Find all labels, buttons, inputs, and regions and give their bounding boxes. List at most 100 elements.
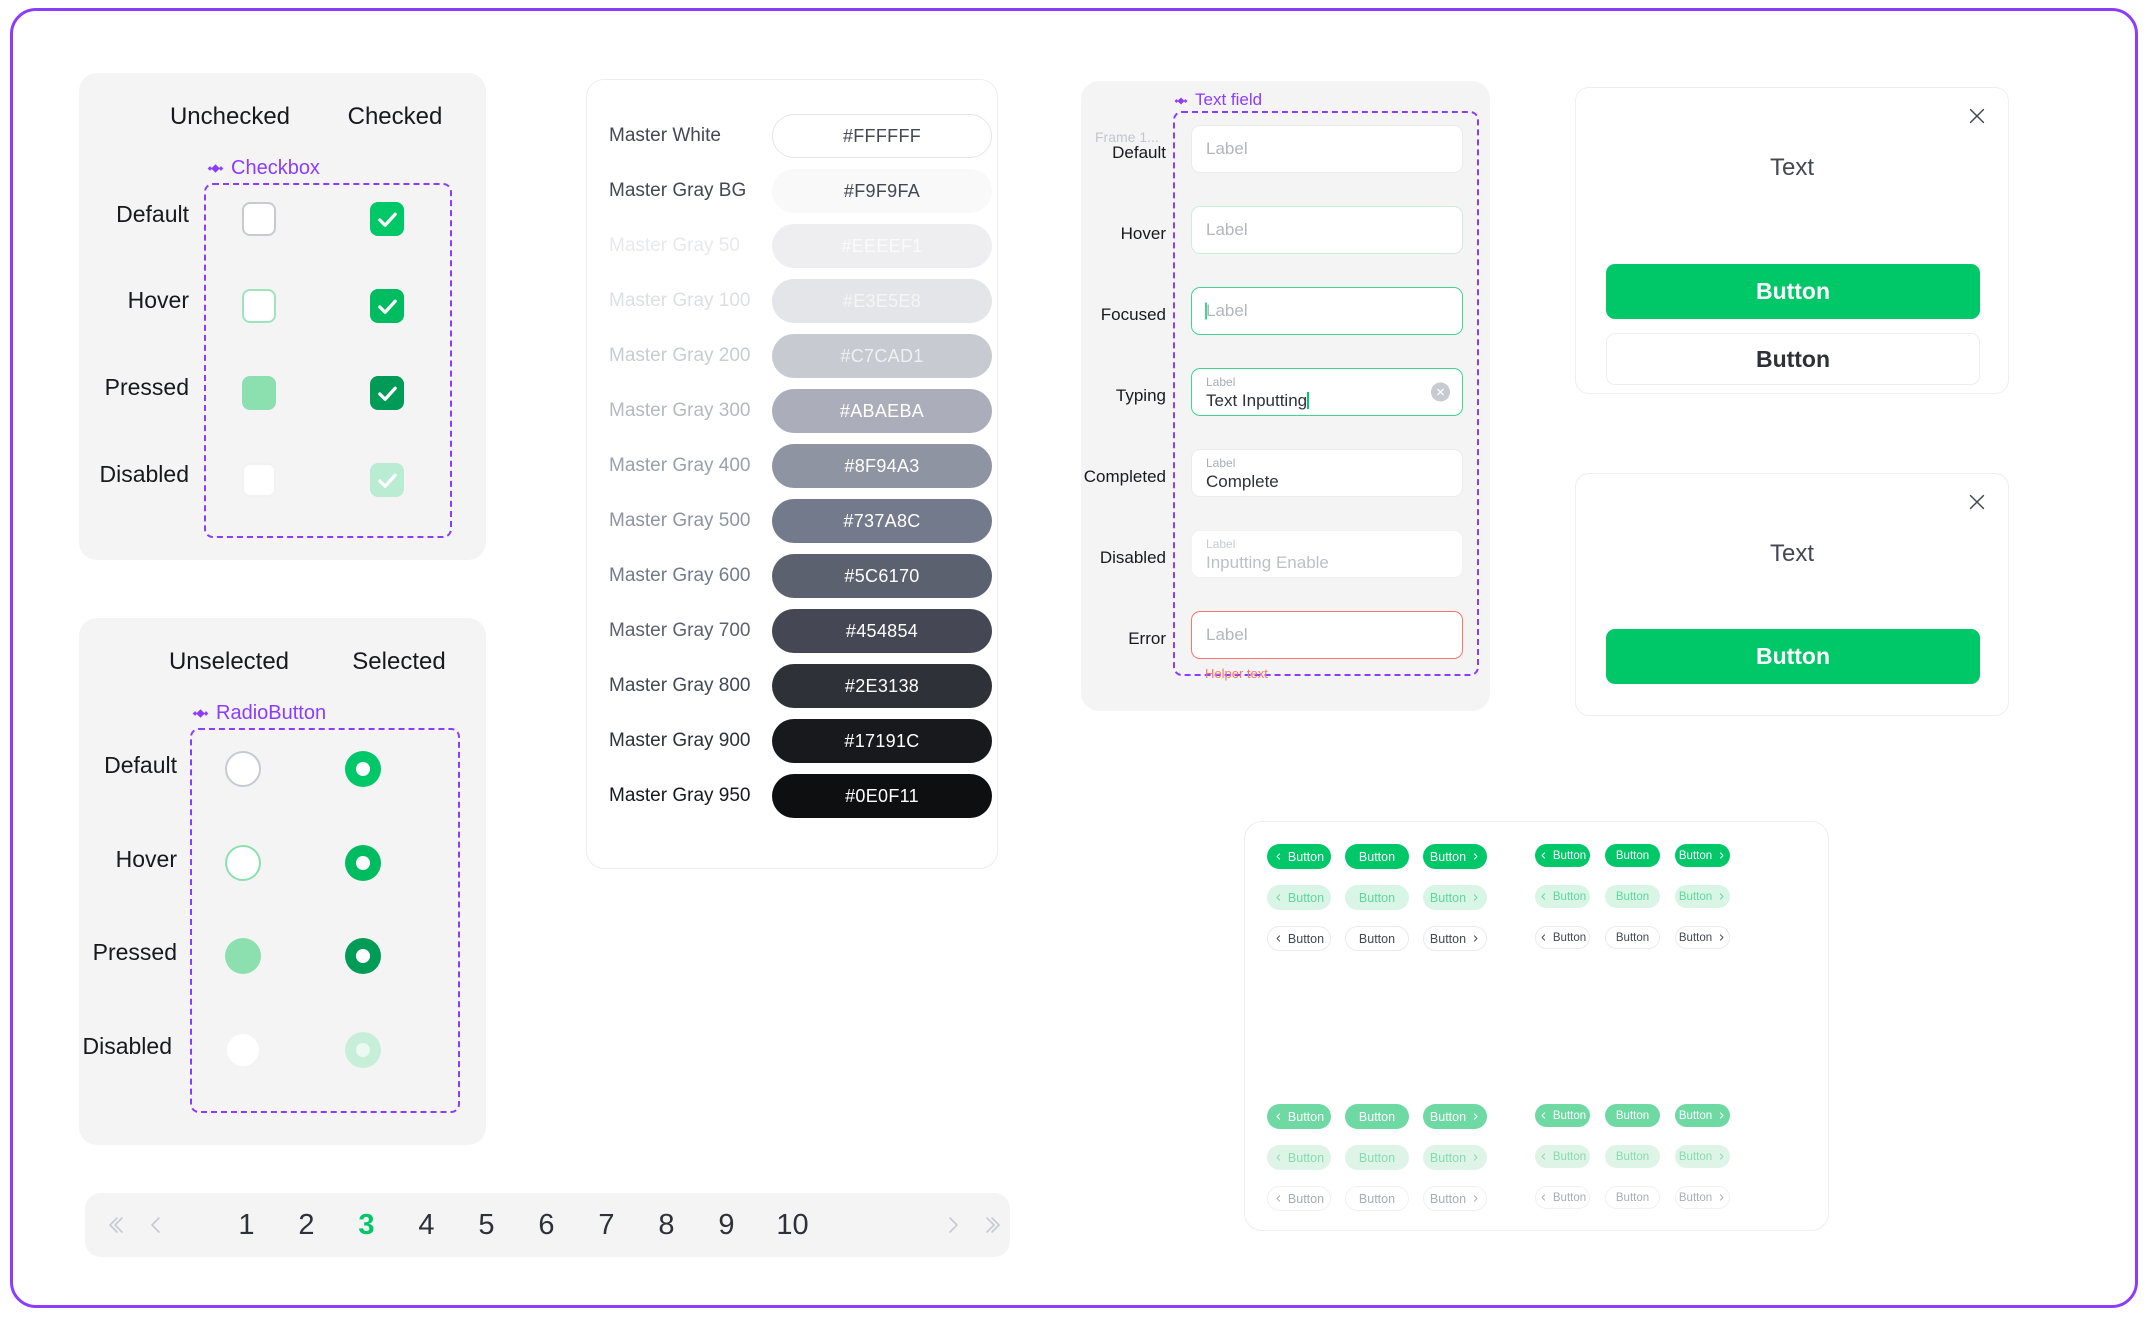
grid-button[interactable]: Button [1605,885,1660,908]
color-swatch-chip[interactable]: #454854 [772,609,992,653]
checkbox-checked-pressed[interactable] [335,371,439,415]
radio-unselected-pressed[interactable] [191,933,295,979]
chevron-left-icon [1274,1153,1283,1162]
color-swatch-chip[interactable]: #5C6170 [772,554,992,598]
grid-button[interactable]: Button [1345,926,1409,951]
grid-button-label: Button [1615,1150,1650,1163]
pagination-page-10[interactable]: 10 [757,1209,829,1242]
textfield-value: Complete [1206,472,1279,491]
grid-button: Button [1423,1186,1487,1211]
grid-button[interactable]: Button [1267,844,1331,869]
pagination-page-6[interactable]: 6 [517,1209,577,1242]
color-swatch-row: Master Gray 900 #17191C [587,711,997,771]
textfield-disabled: Label Inputting Enable [1191,530,1463,578]
color-swatch-chip[interactable]: #FFFFFF [772,114,992,158]
grid-button: Button [1423,1145,1487,1170]
grid-button[interactable]: Button [1267,885,1331,910]
grid-button: Button [1267,1145,1331,1170]
chevron-right-icon [1471,1194,1480,1203]
checkbox-unchecked-default[interactable] [207,197,311,241]
grid-button[interactable]: Button [1675,885,1730,908]
pagination-page-5[interactable]: 5 [457,1209,517,1242]
checkbox-checked-disabled [335,458,439,502]
color-swatch-chip[interactable]: #ABAEBA [772,389,992,433]
radio-selected-pressed[interactable] [311,933,415,979]
radio-unselected-hover[interactable] [191,840,295,886]
grid-button-label: Button [1678,1191,1713,1204]
pagination-page-9[interactable]: 9 [697,1209,757,1242]
grid-button-label: Button [1358,890,1396,905]
pagination-first-button[interactable] [99,1213,137,1237]
textfield-hover[interactable]: Label [1191,206,1463,254]
textfield-default[interactable]: Label [1191,125,1463,173]
grid-button[interactable]: Button [1535,844,1590,867]
textfield-typing[interactable]: Label Text Inputting [1191,368,1463,416]
grid-button[interactable]: Button [1345,844,1409,869]
grid-button[interactable]: Button [1605,926,1660,949]
pagination-page-3[interactable]: 3 [337,1209,397,1242]
checkbox-checked-icon [370,289,404,323]
grid-button[interactable]: Button [1605,844,1660,867]
textfield-helper-text: Helper text [1205,666,1268,681]
pagination-next-button[interactable] [935,1213,973,1237]
radio-selected-hover[interactable] [311,840,415,886]
close-icon[interactable] [1966,105,1988,127]
modal-primary-button[interactable]: Button [1606,629,1980,684]
color-swatch-chip[interactable]: #737A8C [772,499,992,543]
grid-button[interactable]: Button [1535,926,1590,949]
color-swatch-chip[interactable]: #C7CAD1 [772,334,992,378]
textfield-error[interactable]: Label [1191,611,1463,659]
color-swatch-chip[interactable]: #F9F9FA [772,169,992,213]
color-swatch-name: Master Gray 500 [609,510,751,531]
grid-button: Button [1345,1104,1409,1129]
color-swatch-row: Master Gray 400 #8F94A3 [587,436,997,496]
grid-button-label: Button [1429,849,1467,864]
clear-input-icon[interactable] [1431,382,1450,402]
grid-button[interactable]: Button [1345,885,1409,910]
figma-component-icon [192,705,209,722]
color-swatch-chip[interactable]: #8F94A3 [772,444,992,488]
grid-button[interactable]: Button [1675,844,1730,867]
modal-secondary-button[interactable]: Button [1606,333,1980,385]
color-swatch-chip[interactable]: #0E0F11 [772,774,992,818]
pagination-page-7[interactable]: 7 [577,1209,637,1242]
radio-selected-default[interactable] [311,746,415,792]
textfield-focused[interactable]: Label [1191,287,1463,335]
color-swatch-chip[interactable]: #17191C [772,719,992,763]
close-icon[interactable] [1966,491,1988,513]
textfield-state-label-completed: Completed [1083,467,1166,486]
chevron-right-icon [1717,851,1726,860]
grid-button-label: Button [1429,890,1467,905]
grid-button[interactable]: Button [1535,885,1590,908]
pagination-page-4[interactable]: 4 [397,1209,457,1242]
radio-state-label-default: Default [104,752,177,778]
color-swatch-chip[interactable]: #E3E5E8 [772,279,992,323]
radio-unselected-default[interactable] [191,746,295,792]
textfield-completed[interactable]: Label Complete [1191,449,1463,497]
pagination-page-2[interactable]: 2 [277,1209,337,1242]
grid-button[interactable]: Button [1423,885,1487,910]
grid-button-label: Button [1429,1150,1467,1165]
pagination-page-1[interactable]: 1 [217,1209,277,1242]
checkbox-column-unchecked: Unchecked [169,103,291,130]
grid-button-label: Button [1358,1150,1396,1165]
modal-primary-button[interactable]: Button [1606,264,1980,319]
checkbox-unchecked-hover[interactable] [207,284,311,328]
checkbox-unchecked-pressed[interactable] [207,371,311,415]
checkbox-checked-default[interactable] [335,197,439,241]
checkbox-state-label-pressed: Pressed [104,374,189,400]
pagination-last-button[interactable] [972,1213,1010,1237]
grid-button-label: Button [1552,1150,1587,1163]
grid-button[interactable]: Button [1423,844,1487,869]
pagination-prev-button[interactable] [137,1213,175,1237]
grid-button[interactable]: Button [1267,926,1331,951]
pagination[interactable]: 1 2 3 4 5 6 7 8 9 10 [85,1193,1010,1257]
grid-button[interactable]: Button [1423,926,1487,951]
color-swatch-chip[interactable]: #EEEEF1 [772,224,992,268]
checkbox-checked-hover[interactable] [335,284,439,328]
color-swatch-chip[interactable]: #2E3138 [772,664,992,708]
grid-button-label: Button [1615,890,1650,903]
color-swatch-row: Master White #FFFFFF [587,106,997,166]
grid-button[interactable]: Button [1675,926,1730,949]
pagination-page-8[interactable]: 8 [637,1209,697,1242]
